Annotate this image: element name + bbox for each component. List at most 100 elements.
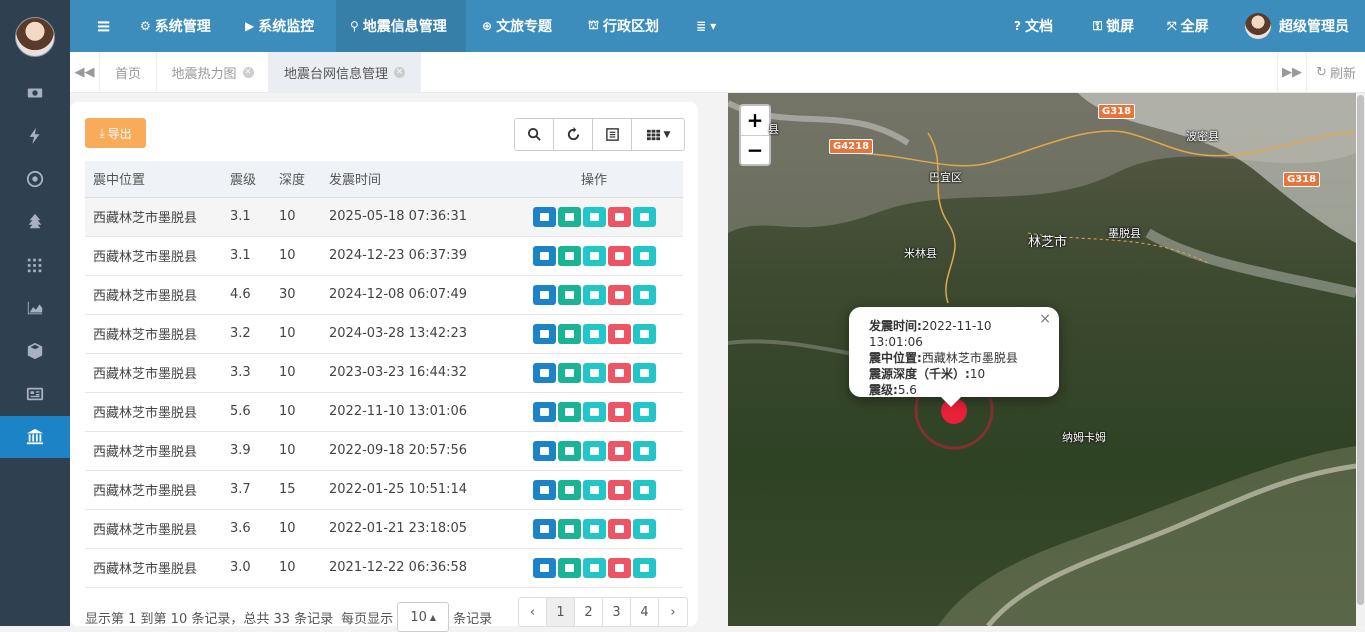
user-avatar[interactable] [15,17,55,57]
image-button[interactable] [582,362,606,383]
delete-button[interactable] [607,557,631,578]
locate-button[interactable] [532,284,556,305]
refresh-button[interactable] [554,119,593,150]
image-button[interactable] [582,557,606,578]
locate-button[interactable] [532,518,556,539]
table-row[interactable]: 西藏林芝市墨脱县 4.6 30 2024-12-08 06:07:49 [85,275,683,315]
detail-button[interactable] [557,362,581,383]
zoom-in-button[interactable]: + [741,106,769,136]
image-button[interactable] [582,518,606,539]
delete-button[interactable] [607,323,631,344]
search-button[interactable] [515,119,554,150]
table-row[interactable]: 西藏林芝市墨脱县 3.7 15 2022-01-25 10:51:14 [85,470,683,510]
detail-button[interactable] [557,440,581,461]
page-size-select[interactable]: 10 ▲ [397,602,450,632]
delete-button[interactable] [607,440,631,461]
close-icon[interactable]: × [242,67,254,78]
nav-culture-tourism[interactable]: ⊕ 文旅专题 [468,0,566,52]
refresh-tab-button[interactable]: ↻ 刷新 [1307,52,1365,93]
nav-administrative-division[interactable]: ⛫ 行政区划 [574,0,673,52]
page-next-button[interactable]: › [659,598,687,626]
info-button[interactable] [632,401,656,422]
cube-icon[interactable] [0,330,70,372]
delete-button[interactable] [607,362,631,383]
dot-circle-icon[interactable] [0,158,70,200]
grid-icon[interactable] [0,244,70,286]
scrollbar-thumb[interactable] [1357,95,1364,605]
table-row[interactable]: 西藏林芝市墨脱县 3.6 10 2022-01-21 23:18:05 [85,509,683,549]
page-2-button[interactable]: 2 [575,598,603,626]
detail-button[interactable] [557,245,581,266]
info-button[interactable] [632,284,656,305]
info-button[interactable] [632,323,656,344]
bolt-icon[interactable] [0,115,70,157]
nav-earthquake-info[interactable]: ⚲ 地震信息管理 [336,0,466,52]
page-1-button[interactable]: 1 [547,598,575,626]
nav-system-monitor[interactable]: ▶ 系统监控 [231,0,328,52]
info-button[interactable] [632,440,656,461]
image-button[interactable] [582,479,606,500]
image-button[interactable] [582,206,606,227]
tabs-scroll-right-button[interactable]: ▶▶ [1277,52,1307,93]
toggle-view-button[interactable] [593,119,632,150]
delete-button[interactable] [607,245,631,266]
info-button[interactable] [632,362,656,383]
page-prev-button[interactable]: ‹ [519,598,547,626]
columns-dropdown-button[interactable]: ▼ [632,119,684,150]
delete-button[interactable] [607,479,631,500]
detail-button[interactable] [557,518,581,539]
tabs-scroll-left-button[interactable]: ◀◀ [70,52,100,93]
delete-button[interactable] [607,206,631,227]
popup-close-button[interactable]: × [1039,311,1051,327]
tab-seismic-network[interactable]: 地震台网信息管理 × [269,52,421,93]
fullscreen-button[interactable]: ⤧ 全屏 [1153,0,1223,52]
page-4-button[interactable]: 4 [631,598,659,626]
locate-button[interactable] [532,245,556,266]
money-icon[interactable] [0,72,70,114]
export-button[interactable]: ⤓ 导出 [85,118,146,148]
delete-button[interactable] [607,518,631,539]
image-button[interactable] [582,323,606,344]
image-button[interactable] [582,284,606,305]
lock-screen-button[interactable]: ⚿ 锁屏 [1079,0,1148,52]
info-button[interactable] [632,518,656,539]
area-chart-icon[interactable] [0,287,70,329]
bank-icon[interactable] [0,416,70,458]
info-button[interactable] [632,245,656,266]
col-time[interactable]: 发震时间 [329,161,505,198]
docs-link[interactable]: ? 文档 [1000,0,1067,52]
table-row[interactable]: 西藏林芝市墨脱县 3.9 10 2022-09-18 20:57:56 [85,431,683,471]
image-button[interactable] [582,401,606,422]
locate-button[interactable] [532,323,556,344]
close-icon[interactable]: × [394,67,405,78]
table-row[interactable]: 西藏林芝市墨脱县 3.0 10 2021-12-22 06:36:58 [85,548,683,588]
tree-icon[interactable] [0,201,70,243]
table-row[interactable]: 西藏林芝市墨脱县 3.1 10 2024-12-23 06:37:39 [85,236,683,276]
delete-button[interactable] [607,284,631,305]
info-button[interactable] [632,557,656,578]
detail-button[interactable] [557,323,581,344]
menu-toggle-button[interactable]: ≡ [82,0,125,52]
newspaper-icon[interactable] [0,373,70,415]
table-row[interactable]: 西藏林芝市墨脱县 3.1 10 2025-05-18 07:36:31 [85,197,683,237]
col-magnitude[interactable]: 震级 [230,161,279,198]
detail-button[interactable] [557,479,581,500]
col-depth[interactable]: 深度 [279,161,329,198]
table-row[interactable]: 西藏林芝市墨脱县 3.2 10 2024-03-28 13:42:23 [85,314,683,354]
detail-button[interactable] [557,401,581,422]
locate-button[interactable] [532,362,556,383]
user-menu[interactable]: 超级管理员 [1231,0,1363,52]
locate-button[interactable] [532,401,556,422]
detail-button[interactable] [557,284,581,305]
page-scrollbar[interactable] [1356,93,1365,626]
image-button[interactable] [582,245,606,266]
detail-button[interactable] [557,557,581,578]
image-button[interactable] [582,440,606,461]
info-button[interactable] [632,479,656,500]
info-button[interactable] [632,206,656,227]
locate-button[interactable] [532,440,556,461]
locate-button[interactable] [532,206,556,227]
satellite-map[interactable]: + − 县 巴宜区 米林县 林芝市 墨脱县 波密县 纳姆卡姆 G4218 G31… [728,93,1356,626]
tab-heatmap[interactable]: 地震热力图 × [157,52,269,93]
locate-button[interactable] [532,557,556,578]
